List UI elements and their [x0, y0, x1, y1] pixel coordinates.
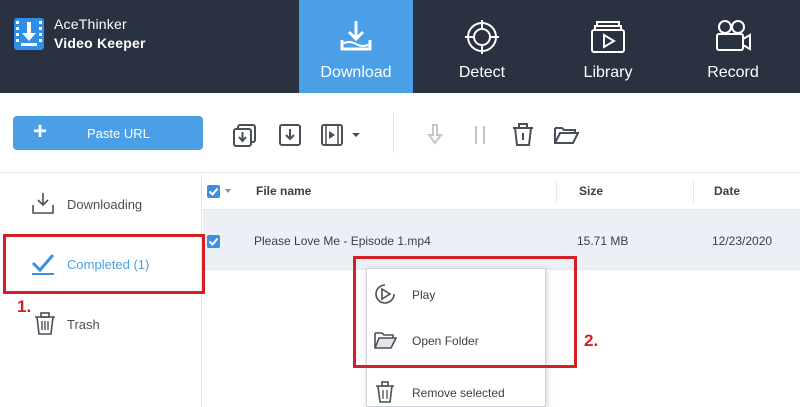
- file-name-cell: Please Love Me - Episode 1.mp4: [254, 234, 431, 248]
- annotation-box-2: [353, 256, 577, 368]
- download-tray-icon: [340, 21, 372, 51]
- column-divider: [556, 181, 557, 203]
- column-header-date[interactable]: Date: [714, 184, 740, 198]
- app-name-line2: Video Keeper: [54, 35, 146, 51]
- tab-detect-label: Detect: [458, 64, 506, 81]
- menu-item-remove-selected[interactable]: Remove selected: [367, 373, 545, 407]
- tab-library[interactable]: Library: [551, 0, 665, 93]
- download-icon[interactable]: [277, 122, 303, 148]
- file-size-cell: 15.71 MB: [577, 234, 629, 248]
- target-icon: [465, 20, 499, 54]
- tab-download[interactable]: Download: [299, 0, 413, 93]
- sidebar-item-label: Downloading: [67, 197, 143, 212]
- trash-icon: [35, 312, 55, 335]
- column-header-file-name[interactable]: File name: [256, 184, 311, 198]
- video-camera-icon: [716, 20, 751, 51]
- app-window: AceThinker Video Keeper Download Detect: [0, 0, 800, 407]
- tab-record[interactable]: Record: [676, 0, 790, 93]
- toolbar: + Paste URL: [0, 93, 800, 173]
- app-name-line1: AceThinker: [54, 16, 127, 32]
- chevron-down-icon[interactable]: [350, 122, 362, 148]
- video-format-icon[interactable]: [320, 122, 346, 148]
- table-header: File name Size Date: [203, 173, 800, 210]
- pause-icon[interactable]: [467, 122, 493, 148]
- resume-download-icon[interactable]: [422, 122, 448, 148]
- menu-item-label: Remove selected: [412, 386, 505, 400]
- sidebar-item-label: Trash: [67, 317, 100, 332]
- tab-download-label: Download: [320, 64, 392, 81]
- column-divider: [693, 181, 694, 203]
- annotation-label-2: 2.: [584, 331, 599, 350]
- sidebar-item-downloading[interactable]: Downloading: [0, 173, 202, 233]
- row-checkbox[interactable]: [207, 235, 220, 248]
- app-logo: [14, 18, 44, 50]
- tab-detect[interactable]: Detect: [425, 0, 539, 93]
- download-multiple-icon[interactable]: [232, 122, 258, 148]
- delete-icon[interactable]: [510, 122, 536, 148]
- annotation-box-1: [3, 234, 205, 294]
- tab-library-label: Library: [583, 64, 633, 81]
- plus-icon: +: [33, 118, 48, 145]
- tab-record-label: Record: [707, 64, 759, 81]
- paste-url-label: Paste URL: [87, 126, 150, 141]
- annotation-label-1: 1.: [17, 297, 32, 316]
- column-header-size[interactable]: Size: [579, 184, 603, 198]
- toolbar-divider: [393, 113, 394, 153]
- select-all-checkbox[interactable]: [207, 185, 220, 198]
- open-folder-icon[interactable]: [553, 122, 579, 148]
- app-name: AceThinker Video Keeper: [54, 15, 146, 53]
- trash-icon: [376, 381, 394, 403]
- paste-url-button[interactable]: + Paste URL: [13, 116, 203, 150]
- file-date-cell: 12/23/2020: [712, 234, 773, 248]
- download-tray-icon: [32, 193, 54, 214]
- chevron-down-icon[interactable]: [224, 188, 232, 194]
- library-play-icon: [591, 21, 625, 53]
- header-bar: AceThinker Video Keeper Download Detect: [0, 0, 800, 93]
